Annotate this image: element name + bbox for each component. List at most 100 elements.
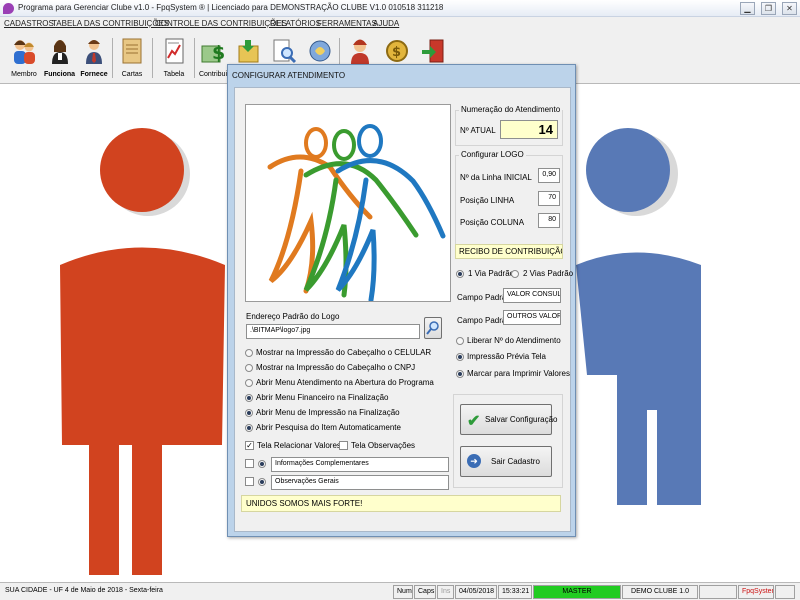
numbering-group-title: Numeração do Atendimento xyxy=(459,105,563,114)
liberar-numero-radio[interactable] xyxy=(456,337,464,345)
numero-atual-label: Nº ATUAL xyxy=(460,126,496,135)
tela-relacionar-valores-checkbox[interactable]: ✓ xyxy=(245,441,254,450)
close-button[interactable]: ✕ xyxy=(782,2,797,15)
exit-arrow-icon: ➜ xyxy=(467,454,481,468)
numero-atual-value[interactable]: 14 xyxy=(500,120,558,139)
marcar-imprimir-radio[interactable] xyxy=(456,370,464,378)
status-bar: SUA CIDADE - UF 4 de Maio de 2018 - Sext… xyxy=(0,582,800,600)
duas-vias-padrao-radio[interactable] xyxy=(511,270,519,278)
supplier-icon xyxy=(86,40,102,64)
svg-text:$: $ xyxy=(212,42,225,64)
tela-relacionar-valores-label: Tela Relacionar Valores xyxy=(257,441,341,450)
option-cabecalho-celular-radio[interactable] xyxy=(245,349,253,357)
employee-icon xyxy=(51,40,68,64)
campo-padrao-input-1[interactable]: VALOR CONSULTA xyxy=(503,288,561,303)
observacoes-gerais-checkbox[interactable] xyxy=(245,477,254,486)
toolbar-funcionario-button[interactable]: Funciona xyxy=(43,34,76,82)
toolbar-label: Membro xyxy=(11,71,37,78)
status-num: Num xyxy=(393,585,413,599)
menu-ferramentas[interactable]: FERRAMENTAS xyxy=(317,19,377,28)
search-icon xyxy=(426,321,439,335)
status-resize-grip[interactable] xyxy=(775,585,795,599)
money-icon: $ xyxy=(201,42,225,64)
toolbar-tabela-button[interactable]: Tabela xyxy=(157,34,191,82)
toolbar-separator xyxy=(194,38,195,78)
informacoes-complementares-radio[interactable] xyxy=(258,460,266,468)
minimize-button[interactable]: ▁ xyxy=(740,2,755,15)
menu-relatorios[interactable]: RELATÓRIOS xyxy=(270,19,321,28)
toolbar-separator xyxy=(152,38,153,78)
dialog-title: CONFIGURAR ATENDIMENTO xyxy=(232,71,346,80)
posicao-linha-input[interactable]: 70 xyxy=(538,191,560,206)
status-location: SUA CIDADE - UF 4 de Maio de 2018 - Sext… xyxy=(5,587,163,594)
motto-banner: UNIDOS SOMOS MAIS FORTE! xyxy=(241,495,561,512)
menu-ajuda[interactable]: AJUDA xyxy=(373,19,399,28)
status-caps: Caps xyxy=(414,585,436,599)
toolbar-label: Funciona xyxy=(43,71,76,78)
restore-button[interactable]: ❐ xyxy=(761,2,776,15)
observacoes-gerais-radio[interactable] xyxy=(258,478,266,486)
recibo-contribuicao-title: RECIBO DE CONTRIBUIÇÃO xyxy=(455,244,563,259)
menu-tabela-contribuicoes[interactable]: TABELA DAS CONTRIBUIÇÕES xyxy=(52,19,169,28)
salvar-configuracao-button[interactable]: ✔ Salvar Configuração xyxy=(460,404,557,435)
sair-cadastro-label: Sair Cadastro xyxy=(491,457,540,466)
option-menu-financeiro-radio[interactable] xyxy=(245,394,253,402)
option-pesquisa-item-radio[interactable] xyxy=(245,424,253,432)
impressao-previa-label: Impressão Prévia Tela xyxy=(467,352,546,361)
coin-icon: $ xyxy=(386,40,408,62)
campo-padrao-input-2[interactable]: OUTROS VALORES xyxy=(503,310,561,325)
option-abrir-atendimento-radio[interactable] xyxy=(245,379,253,387)
status-date: 04/05/2018 xyxy=(455,585,497,599)
option-menu-impressao-radio[interactable] xyxy=(245,409,253,417)
action-buttons-group: ✔ Salvar Configuração ➜ Sair Cadastro xyxy=(453,394,563,488)
tela-observacoes-checkbox[interactable] xyxy=(339,441,348,450)
logo-path-input[interactable]: .\BITMAP\logo7.jpg xyxy=(246,324,420,339)
posicao-coluna-input[interactable]: 80 xyxy=(538,213,560,228)
option-menu-impressao-label: Abrir Menu de Impressão na Finalização xyxy=(256,408,400,417)
toolbar-contribuicoes-button[interactable]: $ Contribui xyxy=(197,34,229,82)
window-title: Programa para Gerenciar Clube v1.0 - Fpq… xyxy=(18,3,444,12)
support-icon xyxy=(351,39,369,64)
uma-via-padrao-label: 1 Via Padrão xyxy=(468,269,515,278)
informacoes-complementares-checkbox[interactable] xyxy=(245,459,254,468)
menu-controle-contribuicoes[interactable]: CONTROLE DAS CONTRIBUIÇÕES xyxy=(155,19,287,28)
salvar-configuracao-label: Salvar Configuração xyxy=(485,415,558,424)
uma-via-padrao-radio[interactable] xyxy=(456,270,464,278)
dialog-body: Endereço Padrão do Logo .\BITMAP\logo7.j… xyxy=(234,87,574,532)
browse-logo-button[interactable] xyxy=(424,317,442,339)
posicao-linha-label: Posição LINHA xyxy=(460,196,515,205)
status-ins: Ins xyxy=(437,585,454,599)
observacoes-gerais-field[interactable]: Observações Gerais xyxy=(271,475,449,490)
menu-cadastros[interactable]: CADASTROS xyxy=(4,19,54,28)
toolbar-separator xyxy=(112,38,113,78)
impressao-previa-radio[interactable] xyxy=(456,353,464,361)
toolbar-label: Cartas xyxy=(121,71,143,78)
club-logo-image xyxy=(267,124,446,303)
linha-inicial-input[interactable]: 0,90 xyxy=(538,168,560,183)
letter-icon xyxy=(122,38,142,64)
informacoes-complementares-field[interactable]: Informações Complementares xyxy=(271,457,449,472)
toolbar-label: Fornece xyxy=(80,71,108,78)
duas-vias-padrao-label: 2 Vias Padrão xyxy=(523,269,574,278)
exit-icon xyxy=(422,39,444,63)
window-titlebar: Programa para Gerenciar Clube v1.0 - Fpq… xyxy=(0,0,800,17)
option-cabecalho-cnpj-radio[interactable] xyxy=(245,364,253,372)
status-company: DEMO CLUBE 1.0 xyxy=(622,585,698,599)
marcar-imprimir-label: Marcar para Imprimir Valores xyxy=(467,369,570,378)
toolbar-fornecedor-button[interactable]: Fornece xyxy=(78,34,110,82)
posicao-coluna-label: Posição COLUNA xyxy=(460,218,525,227)
logo-path-label: Endereço Padrão do Logo xyxy=(246,312,340,321)
toolbar-membro-button[interactable]: Membro xyxy=(6,34,42,82)
status-time: 15:33:21 xyxy=(498,585,532,599)
toolbar-cartas-button[interactable]: Cartas xyxy=(116,34,148,82)
app-logo-icon xyxy=(3,3,14,14)
menu-bar: CADASTROS TABELA DAS CONTRIBUIÇÕES CONTR… xyxy=(0,17,800,32)
status-brand: FpqSystem xyxy=(738,585,774,599)
sair-cadastro-button[interactable]: ➜ Sair Cadastro xyxy=(460,446,552,477)
svg-text:$: $ xyxy=(392,45,401,60)
left-figure xyxy=(60,128,225,575)
option-cabecalho-celular-label: Mostrar na Impressão do Cabeçalho o CELU… xyxy=(256,348,432,357)
table-icon xyxy=(165,38,184,64)
logo-config-group-title: Configurar LOGO xyxy=(459,150,526,159)
search-doc-icon xyxy=(273,39,297,64)
